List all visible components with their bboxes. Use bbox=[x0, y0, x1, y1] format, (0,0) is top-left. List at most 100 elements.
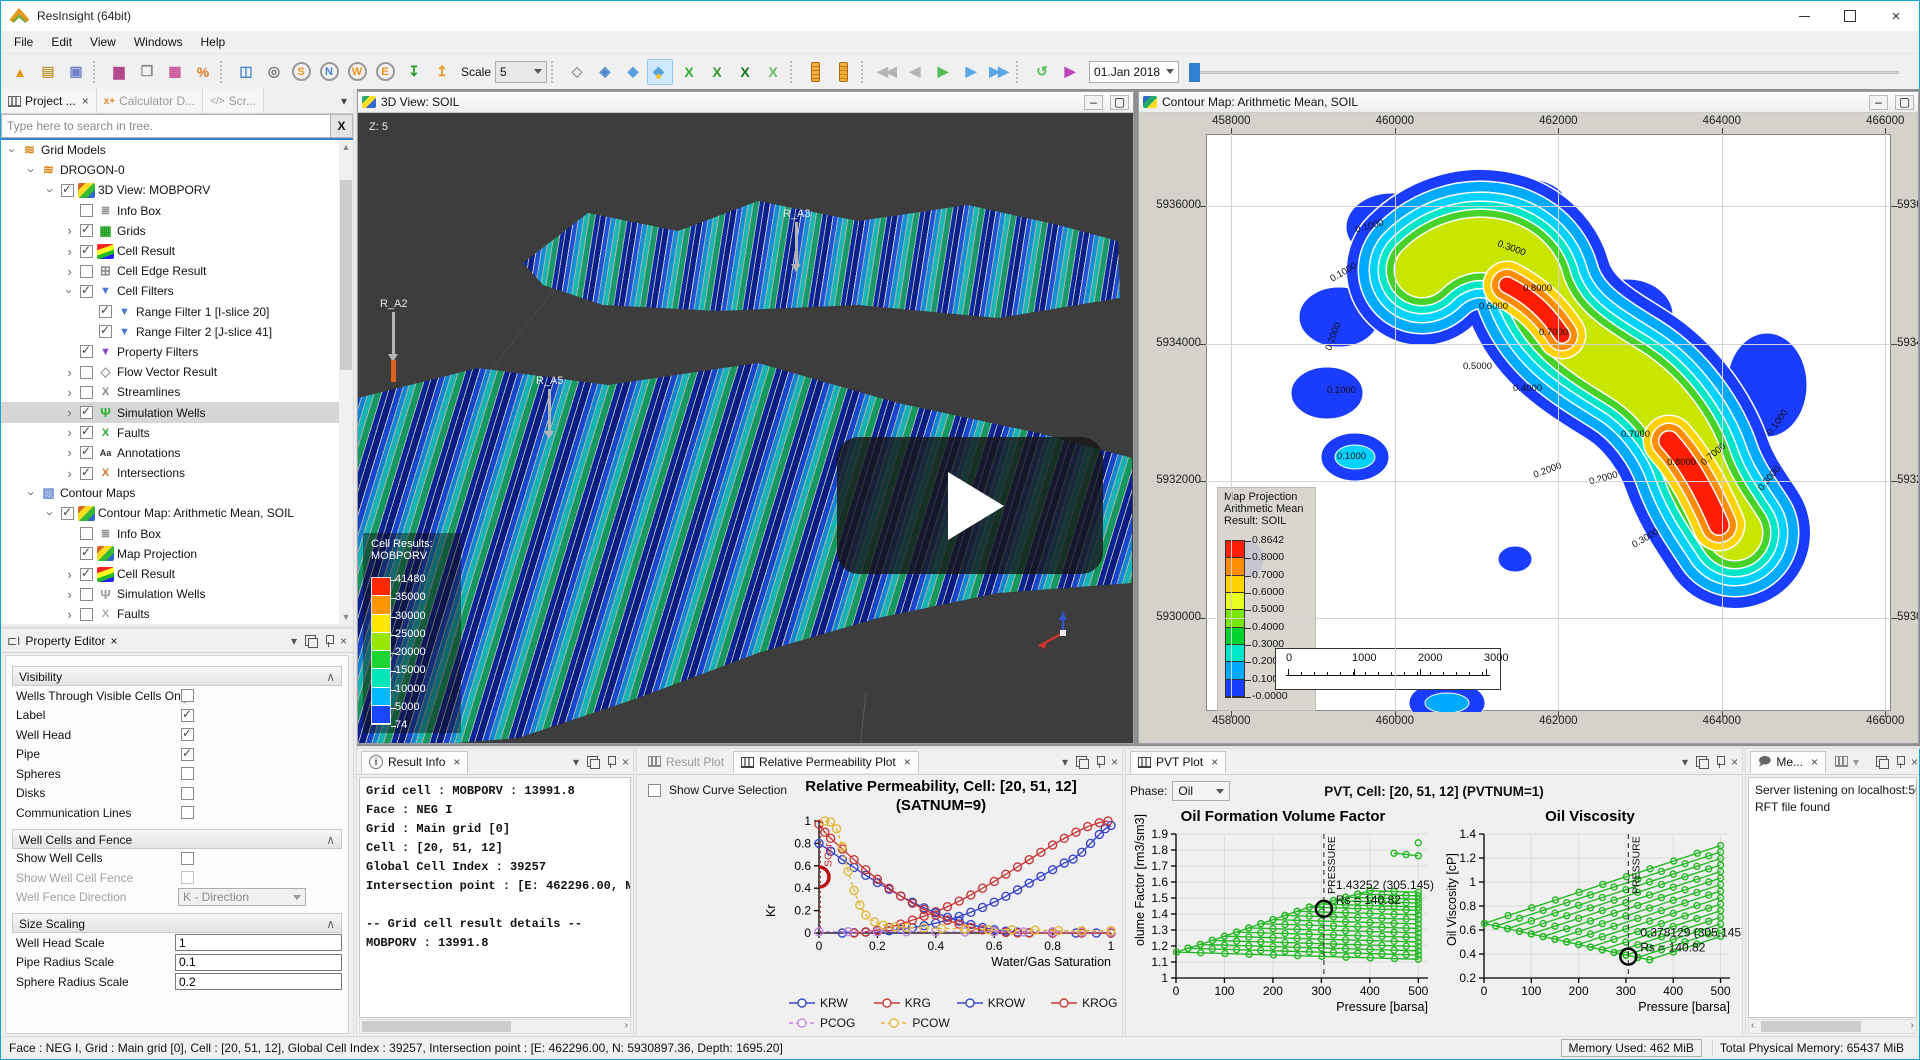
prop-checkbox-wells-through-visible-cells-only[interactable] bbox=[181, 689, 194, 702]
tab-messages[interactable]: 🗩 Me... × bbox=[1750, 751, 1826, 773]
expander-open-icon[interactable]: › bbox=[5, 143, 20, 158]
expander-open-icon[interactable]: › bbox=[43, 506, 58, 521]
tree-item-cell-edge-result[interactable]: ›⊞Cell Edge Result bbox=[1, 261, 353, 281]
menu-edit[interactable]: Edit bbox=[42, 33, 81, 51]
prop-checkbox-label[interactable] bbox=[181, 709, 194, 722]
prop-checkbox-show-well-cells[interactable] bbox=[181, 852, 194, 865]
dock-menu-icon[interactable]: ▾ bbox=[573, 755, 579, 769]
tree-item-3d-view-mobporv[interactable]: ›3D View: MOBPORV bbox=[1, 180, 353, 200]
tree-item-property-filters[interactable]: ▼Property Filters bbox=[1, 342, 353, 362]
tree-checkbox[interactable] bbox=[80, 547, 93, 560]
prop-input-pipe-radius-scale[interactable] bbox=[175, 954, 342, 971]
tree-checkbox[interactable] bbox=[80, 527, 93, 540]
tree-checkbox[interactable] bbox=[80, 265, 93, 278]
close-panel-icon[interactable]: × bbox=[340, 634, 347, 648]
expander-closed-icon[interactable]: › bbox=[62, 587, 77, 602]
expander-closed-icon[interactable]: › bbox=[62, 244, 77, 259]
contour-plot-area[interactable]: 0.10000.10000.30000.20000.60000.80000.70… bbox=[1139, 113, 1918, 743]
tree-search-input[interactable] bbox=[1, 114, 331, 138]
messages-close-icon[interactable]: × bbox=[1811, 755, 1818, 769]
draw-faults-4-icon[interactable]: X bbox=[759, 59, 785, 85]
expander-open-icon[interactable]: › bbox=[24, 486, 39, 501]
tree-checkbox[interactable] bbox=[80, 386, 93, 399]
anim-skip-to-start-icon[interactable]: ◀◀ bbox=[873, 59, 899, 85]
tree-item-grid-models[interactable]: ›≋Grid Models bbox=[1, 140, 353, 160]
section-size-scaling[interactable]: Size Scaling∧ bbox=[12, 913, 342, 933]
video-play-overlay[interactable] bbox=[837, 437, 1103, 574]
collapse-icon[interactable]: ∧ bbox=[326, 914, 335, 932]
tab-result-plot[interactable]: Result Plot bbox=[641, 751, 731, 773]
import-view-icon[interactable]: ↧ bbox=[400, 59, 426, 85]
scroll-down-icon[interactable]: ▼ bbox=[339, 610, 353, 624]
expander-closed-icon[interactable]: › bbox=[62, 567, 77, 582]
zoom-all-icon[interactable]: ◎ bbox=[260, 59, 286, 85]
tree-item-contour-maps[interactable]: ›▧Contour Maps bbox=[1, 483, 353, 503]
pin-icon[interactable] bbox=[1095, 755, 1105, 769]
tree-item-simulation-wells[interactable]: ›ΨSimulation Wells bbox=[1, 584, 353, 604]
measure-distance-icon[interactable] bbox=[802, 59, 828, 85]
contour-minimize-icon[interactable]: – bbox=[1869, 95, 1888, 110]
phase-select[interactable]: Oil bbox=[1172, 781, 1230, 801]
float-icon[interactable] bbox=[587, 756, 598, 767]
float-icon[interactable] bbox=[1876, 756, 1887, 767]
split-view-icon[interactable]: ◫ bbox=[232, 59, 258, 85]
open-file-icon[interactable]: ▤ bbox=[34, 59, 60, 85]
tree-item-info-box[interactable]: ≣Info Box bbox=[1, 201, 353, 221]
tree-checkbox[interactable] bbox=[80, 245, 93, 258]
scroll-left-icon[interactable]: ‹ bbox=[1751, 1020, 1754, 1031]
timestep-select[interactable]: 01.Jan 2018 bbox=[1089, 61, 1179, 83]
tree-checkbox[interactable] bbox=[80, 446, 93, 459]
scale-select[interactable]: 5 bbox=[495, 61, 547, 83]
search-clear-button[interactable]: X bbox=[331, 114, 353, 138]
view3d-minimize-icon[interactable]: – bbox=[1084, 95, 1103, 110]
scroll-up-icon[interactable]: ▲ bbox=[339, 140, 353, 154]
relperm-close-icon[interactable]: × bbox=[904, 755, 911, 769]
expander-closed-icon[interactable]: › bbox=[62, 405, 77, 420]
calculations-icon[interactable]: % bbox=[189, 59, 215, 85]
tree-item-range-filter-1-i-slice-20[interactable]: ▼Range Filter 1 [I-slice 20] bbox=[1, 302, 353, 322]
export-view-icon[interactable]: ↥ bbox=[428, 59, 454, 85]
timestep-slider[interactable] bbox=[1189, 61, 1905, 83]
view-north-icon[interactable]: N bbox=[316, 59, 342, 85]
pvt-close-icon[interactable]: × bbox=[1211, 755, 1218, 769]
prop-select-well-fence-direction[interactable]: K - Direction bbox=[178, 888, 306, 906]
view-cube-solid-icon[interactable]: ◆ bbox=[619, 59, 645, 85]
tree-item-faults[interactable]: ›XFaults bbox=[1, 604, 353, 624]
expander-open-icon[interactable]: › bbox=[62, 284, 77, 299]
close-panel-icon[interactable]: × bbox=[1111, 755, 1118, 769]
scroll-right-icon[interactable]: › bbox=[1911, 1020, 1914, 1031]
anim-settings-icon[interactable]: ▶ bbox=[1056, 59, 1082, 85]
tree-item-simulation-wells[interactable]: ›ΨSimulation Wells bbox=[1, 402, 353, 422]
prop-checkbox-communication-lines[interactable] bbox=[181, 806, 194, 819]
expander-closed-icon[interactable]: › bbox=[62, 466, 77, 481]
prop-checkbox-pipe[interactable] bbox=[181, 748, 194, 761]
view3d-titlebar[interactable]: 3D View: SOIL – ▢ bbox=[358, 92, 1133, 113]
tree-item-annotations[interactable]: ›AaAnnotations bbox=[1, 443, 353, 463]
expander-closed-icon[interactable]: › bbox=[62, 445, 77, 460]
anim-step-back-icon[interactable]: ◀ bbox=[901, 59, 927, 85]
property-editor-close-icon[interactable]: × bbox=[110, 634, 117, 648]
tree-checkbox[interactable] bbox=[80, 345, 93, 358]
expander-closed-icon[interactable]: › bbox=[62, 425, 77, 440]
open-project-icon[interactable]: ▲ bbox=[6, 59, 32, 85]
expander-closed-icon[interactable]: › bbox=[62, 365, 77, 380]
maximize-button[interactable] bbox=[1827, 1, 1873, 31]
tree-checkbox[interactable] bbox=[80, 568, 93, 581]
prop-checkbox-spheres[interactable] bbox=[181, 767, 194, 780]
windows-manager-icon[interactable]: ❒ bbox=[133, 59, 159, 85]
view3d-viewport[interactable]: Z: 5 R_A3R_A2R_A5 Cell Results: MOBPORV … bbox=[358, 113, 1133, 743]
view-west-icon[interactable]: W bbox=[344, 59, 370, 85]
tree-checkbox[interactable] bbox=[80, 224, 93, 237]
result-info-hscrollbar[interactable]: › bbox=[359, 1019, 631, 1034]
draw-faults-3-icon[interactable]: X bbox=[731, 59, 757, 85]
tree-item-flow-vector-result[interactable]: ›◇Flow Vector Result bbox=[1, 362, 353, 382]
float-icon[interactable] bbox=[305, 635, 316, 646]
tree-item-range-filter-2-j-slice-41[interactable]: ▼Range Filter 2 [J-slice 41] bbox=[1, 322, 353, 342]
anim-step-forward-icon[interactable]: ▶ bbox=[957, 59, 983, 85]
tree-checkbox[interactable] bbox=[99, 325, 112, 338]
expander-closed-icon[interactable]: › bbox=[62, 385, 77, 400]
tab-result-info[interactable]: i Result Info × bbox=[361, 751, 468, 773]
tree-checkbox[interactable] bbox=[80, 204, 93, 217]
close-panel-icon[interactable]: × bbox=[1911, 755, 1918, 769]
tree-item-drogon-0[interactable]: ›≋DROGON-0 bbox=[1, 160, 353, 180]
